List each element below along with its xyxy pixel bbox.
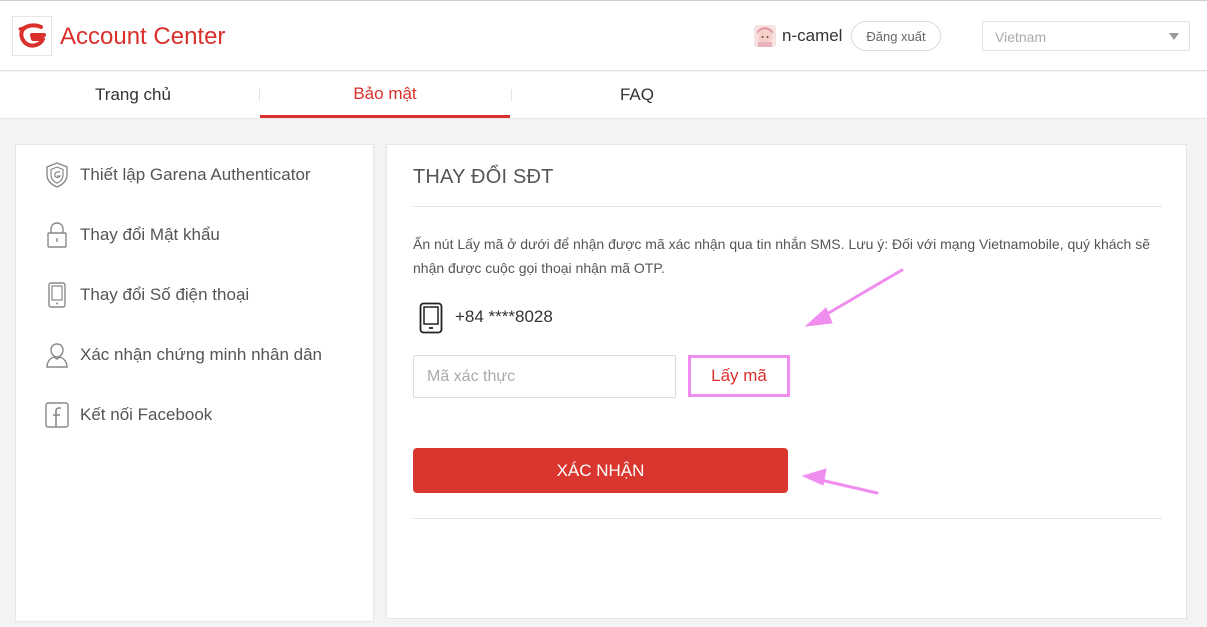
header-bar: Account Center n-camel Đăng xuất Vietnam [0, 0, 1207, 71]
tab-home[interactable]: Trang chủ [8, 72, 258, 118]
tab-faq[interactable]: FAQ [512, 72, 762, 118]
instruction-text: Ấn nút Lấy mã ở dưới để nhận được mã xác… [413, 236, 1150, 276]
sidebar-item-phone[interactable]: Thay đổi Số điện thoại [42, 278, 362, 312]
change-phone-panel: THAY ĐỔI SĐT Ấn nút Lấy mã ở dưới để nhậ… [386, 144, 1187, 619]
logout-button[interactable]: Đăng xuất [851, 21, 941, 51]
sidebar-item-facebook[interactable]: Kết nối Facebook [42, 398, 362, 432]
tab-security[interactable]: Bảo mật [260, 72, 510, 118]
lock-icon [42, 220, 72, 250]
sidebar: Thiết lập Garena Authenticator Thay đổi … [15, 144, 374, 622]
sidebar-item-label: Xác nhận chứng minh nhân dân [80, 345, 323, 364]
get-code-button[interactable]: Lấy mã [688, 355, 790, 397]
main-nav-tabs: Trang chủ Bảo mật FAQ [0, 72, 1207, 119]
region-select[interactable]: Vietnam [982, 21, 1190, 51]
phone-icon [419, 302, 443, 339]
page-title: THAY ĐỔI SĐT [413, 166, 554, 188]
sidebar-item-label: Thay đổi Mật khẩu [80, 225, 220, 244]
sidebar-item-label: Thiết lập Garena Authenticator [80, 165, 311, 184]
phone-icon [42, 280, 72, 310]
sidebar-item-id-verify[interactable]: Xác nhận chứng minh nhân dân [42, 338, 362, 372]
sidebar-item-authenticator[interactable]: Thiết lập Garena Authenticator [42, 158, 362, 192]
person-icon [42, 340, 72, 370]
sidebar-item-label: Thay đổi Số điện thoại [80, 285, 250, 304]
garena-logo[interactable] [12, 16, 52, 56]
region-select-value: Vietnam [995, 29, 1047, 45]
avatar-icon [754, 25, 776, 47]
sidebar-item-password[interactable]: Thay đổi Mật khẩu [42, 218, 362, 252]
garena-logo-icon [18, 23, 46, 48]
facebook-icon [42, 400, 72, 430]
divider [413, 518, 1162, 519]
current-phone-number: +84 ****8028 [455, 307, 553, 326]
shield-icon [42, 160, 72, 190]
verification-code-input[interactable] [413, 355, 676, 398]
app-title: Account Center [60, 23, 226, 50]
sidebar-item-label: Kết nối Facebook [80, 405, 213, 424]
caret-down-icon [1169, 33, 1179, 40]
confirm-button[interactable]: XÁC NHẬN [413, 448, 788, 493]
divider [413, 206, 1162, 207]
avatar[interactable] [754, 25, 776, 47]
username: n-camel [782, 26, 843, 45]
